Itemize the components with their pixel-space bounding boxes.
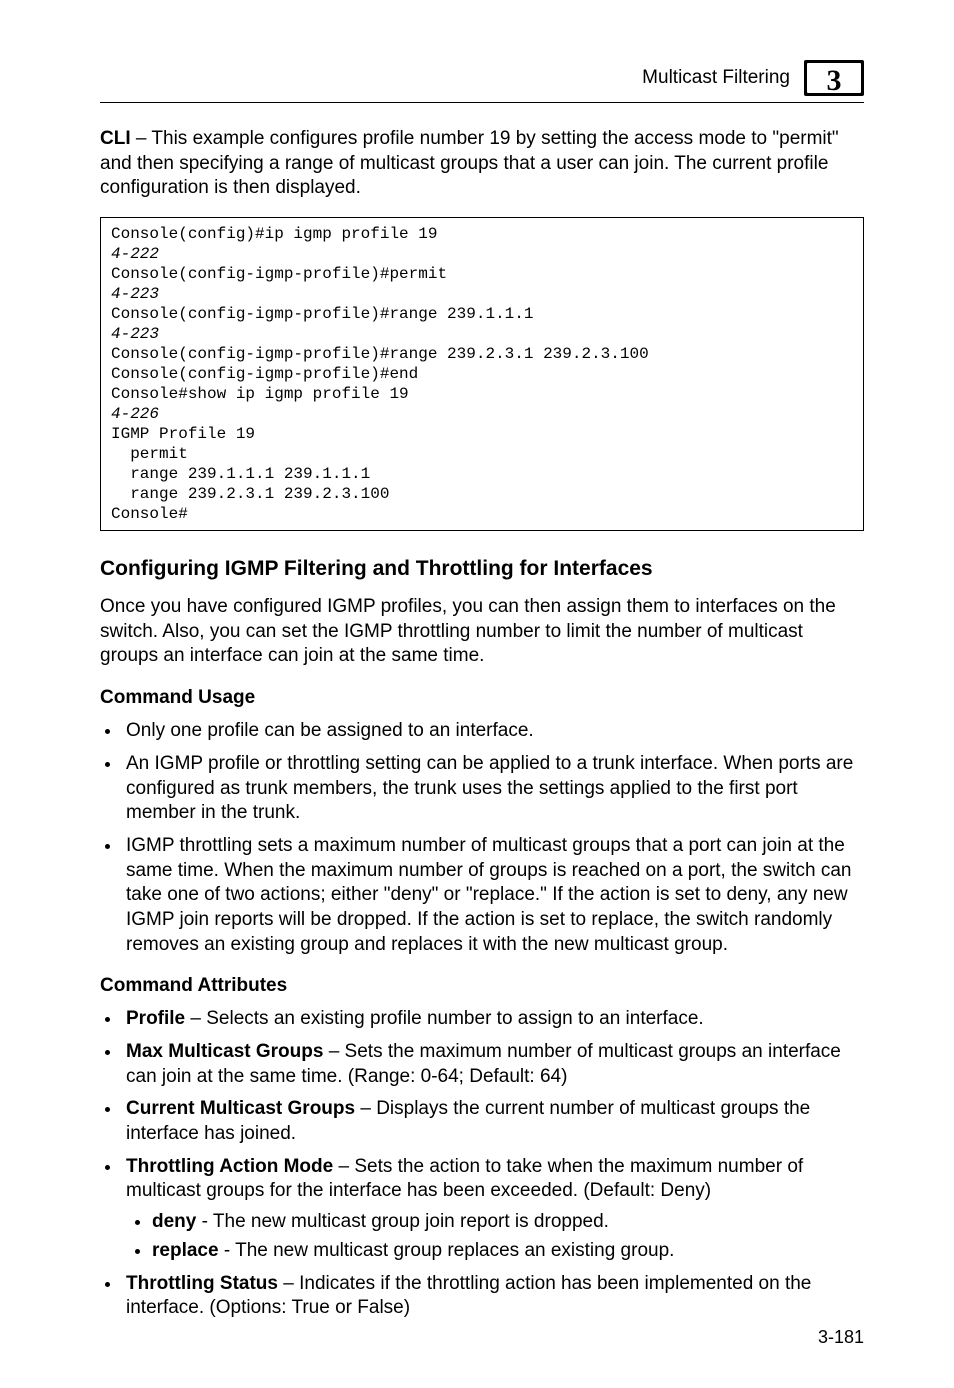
attr-sub-name: replace bbox=[152, 1240, 219, 1261]
usage-list: Only one profile can be assigned to an i… bbox=[100, 719, 864, 957]
code-line: Console(config-igmp-profile)#range 239.1… bbox=[111, 305, 533, 323]
section-paragraph: Once you have configured IGMP profiles, … bbox=[100, 595, 864, 669]
attr-desc: – Selects an existing profile number to … bbox=[185, 1008, 704, 1029]
attr-sub-desc: - The new multicast group replaces an ex… bbox=[219, 1240, 675, 1261]
attrs-subitem: deny - The new multicast group join repo… bbox=[152, 1210, 864, 1235]
page-number: 3-181 bbox=[818, 1327, 864, 1348]
chapter-number: 3 bbox=[827, 64, 842, 96]
intro-lead-rest: – This example configures profile number… bbox=[100, 128, 839, 198]
attr-sub-name: deny bbox=[152, 1211, 196, 1232]
attr-name: Current Multicast Groups bbox=[126, 1098, 355, 1119]
attrs-item: Current Multicast Groups – Displays the … bbox=[122, 1097, 864, 1146]
attr-name: Max Multicast Groups bbox=[126, 1041, 323, 1062]
attrs-sublist: deny - The new multicast group join repo… bbox=[126, 1210, 864, 1263]
code-line: Console(config-igmp-profile)#range 239.2… bbox=[111, 345, 649, 363]
usage-heading: Command Usage bbox=[100, 687, 864, 709]
code-ref: 4-223 bbox=[111, 325, 159, 343]
code-line: range 239.1.1.1 239.1.1.1 bbox=[111, 465, 370, 483]
code-ref: 4-226 bbox=[111, 405, 159, 423]
usage-item: IGMP throttling sets a maximum number of… bbox=[122, 834, 864, 957]
attrs-list: Profile – Selects an existing profile nu… bbox=[100, 1007, 864, 1321]
intro-lead-bold: CLI bbox=[100, 128, 131, 149]
code-ref: 4-223 bbox=[111, 285, 159, 303]
code-ref: 4-222 bbox=[111, 245, 159, 263]
attrs-heading: Command Attributes bbox=[100, 975, 864, 997]
code-line: IGMP Profile 19 bbox=[111, 425, 255, 443]
intro-paragraph: CLI – This example configures profile nu… bbox=[100, 127, 864, 201]
attr-name: Throttling Status bbox=[126, 1273, 278, 1294]
header-title: Multicast Filtering bbox=[642, 67, 790, 89]
code-line: Console(config)#ip igmp profile 19 bbox=[111, 225, 437, 243]
code-line: Console# bbox=[111, 505, 188, 523]
chapter-badge: 3 bbox=[804, 60, 864, 96]
header-rule bbox=[100, 102, 864, 103]
attrs-item: Max Multicast Groups – Sets the maximum … bbox=[122, 1040, 864, 1089]
attr-sub-desc: - The new multicast group join report is… bbox=[196, 1211, 609, 1232]
attr-name: Throttling Action Mode bbox=[126, 1156, 333, 1177]
attrs-subitem: replace - The new multicast group replac… bbox=[152, 1239, 864, 1264]
section-heading: Configuring IGMP Filtering and Throttlin… bbox=[100, 557, 864, 581]
attrs-item: Throttling Status – Indicates if the thr… bbox=[122, 1272, 864, 1321]
page-header: Multicast Filtering 3 bbox=[100, 60, 864, 96]
code-line: Console#show ip igmp profile 19 bbox=[111, 385, 409, 403]
code-line: permit bbox=[111, 445, 188, 463]
cli-code-block: Console(config)#ip igmp profile 19 4-222… bbox=[100, 217, 864, 531]
code-line: Console(config-igmp-profile)#end bbox=[111, 365, 418, 383]
usage-item: Only one profile can be assigned to an i… bbox=[122, 719, 864, 744]
usage-item: An IGMP profile or throttling setting ca… bbox=[122, 752, 864, 826]
code-line: range 239.2.3.1 239.2.3.100 bbox=[111, 485, 389, 503]
attrs-item: Throttling Action Mode – Sets the action… bbox=[122, 1155, 864, 1264]
attrs-item: Profile – Selects an existing profile nu… bbox=[122, 1007, 864, 1032]
code-line: Console(config-igmp-profile)#permit bbox=[111, 265, 447, 283]
attr-name: Profile bbox=[126, 1008, 185, 1029]
